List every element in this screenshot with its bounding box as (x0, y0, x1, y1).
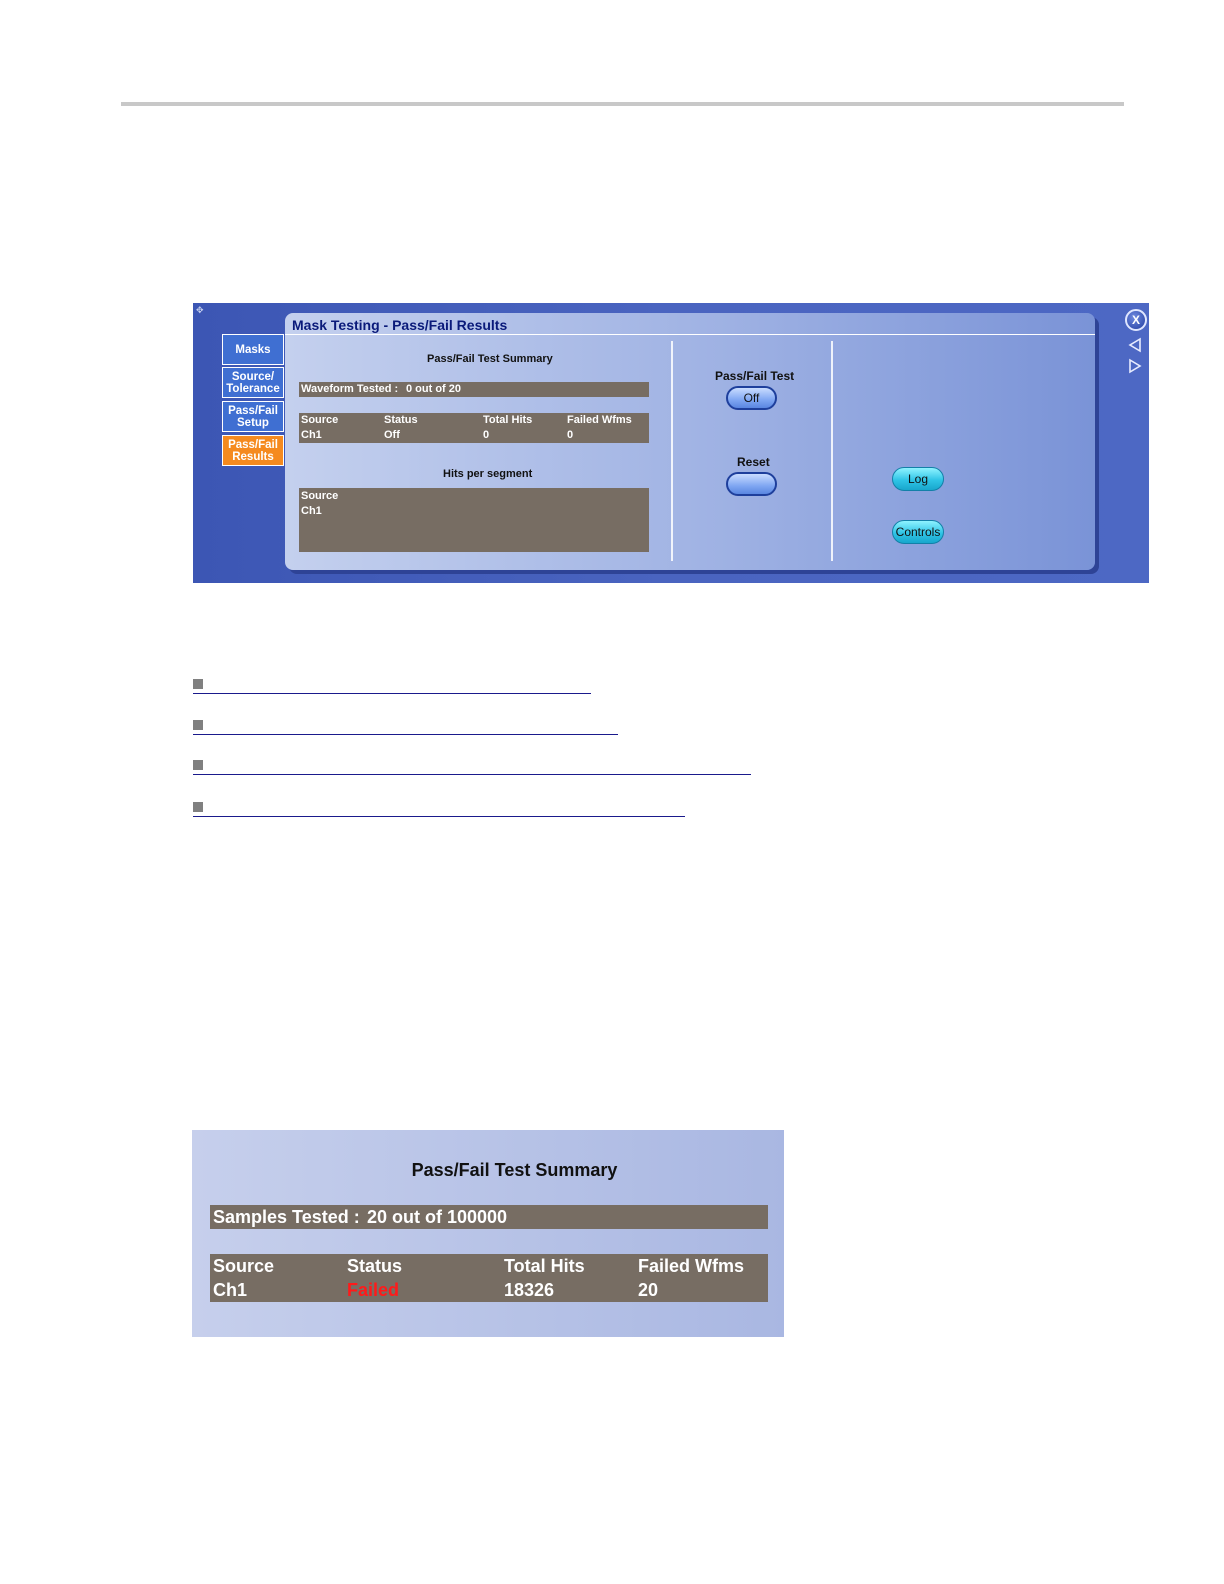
table-header-status: Status (384, 414, 418, 426)
tab-label-line1: Source/ (231, 370, 275, 383)
waveform-tested-box: Waveform Tested : 0 out of 20 (299, 382, 649, 397)
header-rule (121, 102, 1124, 106)
summary-header-source: Source (213, 1256, 275, 1276)
link-item[interactable] (193, 720, 618, 735)
tab-label: Masks (235, 343, 271, 356)
log-button[interactable]: Log (892, 467, 944, 491)
waveform-tested-label: Waveform Tested : (301, 383, 399, 395)
tab-masks[interactable]: Masks (222, 334, 284, 365)
dialog-title: Mask Testing - Pass/Fail Results (292, 317, 508, 333)
tab-pass-fail-setup[interactable]: Pass/Fail Setup (222, 401, 284, 432)
table-header-source: Source (301, 414, 339, 426)
samples-tested-box: Samples Tested : 20 out of 100000 (210, 1205, 768, 1229)
summary-header-failed-wfms: Failed Wfms (638, 1256, 745, 1276)
samples-tested-value: 20 out of 100000 (367, 1207, 508, 1227)
summary-title: Pass/Fail Test Summary (411, 1160, 618, 1180)
previous-arrow-icon[interactable] (1127, 337, 1143, 353)
bullet-icon (193, 679, 203, 689)
hits-source-header: Source (301, 490, 339, 502)
hits-per-segment-box: Source Ch1 (299, 488, 649, 552)
summary-cell-status-failed: Failed (347, 1280, 400, 1300)
move-handle-icon[interactable]: ✥ (196, 306, 205, 315)
tab-label-line2: Tolerance (226, 382, 280, 395)
column-divider (671, 341, 673, 561)
table-header-failed-wfms: Failed Wfms (567, 414, 632, 426)
controls-button[interactable]: Controls (892, 520, 944, 544)
table-cell-failed-wfms: 0 (567, 429, 574, 441)
summary-header-total-hits: Total Hits (504, 1256, 585, 1276)
summary-cell-source: Ch1 (213, 1280, 248, 1300)
next-arrow-icon[interactable] (1127, 358, 1143, 374)
tab-label-line2: Results (232, 450, 274, 463)
summary-cell-total-hits: 18326 (504, 1280, 555, 1300)
mask-testing-panel: ✥ Masks Source/Tolerance Pass/Fail Setup … (193, 303, 1149, 583)
pass-fail-summary-zoom: Pass/Fail Test Summary Samples Tested : … (192, 1130, 784, 1337)
tab-label-line2: Setup (237, 416, 269, 429)
summary-header-status: Status (347, 1256, 403, 1276)
tab-label-line1: Pass/Fail (228, 438, 278, 451)
hits-per-segment-title: Hits per segment (443, 468, 533, 480)
bullet-icon (193, 802, 203, 812)
summary-cell-failed-wfms: 20 (638, 1280, 659, 1300)
reset-button[interactable] (726, 472, 777, 496)
summary-title: Pass/Fail Test Summary (427, 353, 553, 365)
table-header-total-hits: Total Hits (483, 414, 533, 426)
link-item[interactable] (193, 802, 685, 817)
tab-label-line1: Pass/Fail (228, 404, 278, 417)
tab-source-tolerance[interactable]: Source/Tolerance (222, 367, 284, 398)
close-button[interactable]: X (1125, 309, 1147, 331)
hits-source-value: Ch1 (301, 505, 322, 517)
results-table: Source Status Total Hits Failed Wfms Ch1… (299, 413, 649, 443)
results-dialog: Mask Testing - Pass/Fail Results Pass/Fa… (285, 313, 1095, 570)
bullet-icon (193, 720, 203, 730)
summary-table: Source Status Total Hits Failed Wfms Ch1… (210, 1254, 768, 1302)
table-cell-source: Ch1 (301, 429, 322, 441)
table-cell-status: Off (384, 429, 400, 441)
title-divider (285, 334, 1095, 335)
waveform-tested-value: 0 out of 20 (406, 383, 462, 395)
link-item[interactable] (193, 760, 751, 775)
table-cell-total-hits: 0 (483, 429, 490, 441)
samples-tested-label: Samples Tested : (213, 1207, 360, 1227)
reset-label: Reset (737, 455, 770, 469)
pass-fail-test-toggle[interactable]: Off (726, 386, 777, 410)
column-divider (831, 341, 833, 561)
tab-pass-fail-results[interactable]: Pass/Fail Results (222, 435, 284, 466)
link-item[interactable] (193, 679, 591, 694)
bullet-icon (193, 760, 203, 770)
pass-fail-test-label: Pass/Fail Test (715, 369, 795, 383)
